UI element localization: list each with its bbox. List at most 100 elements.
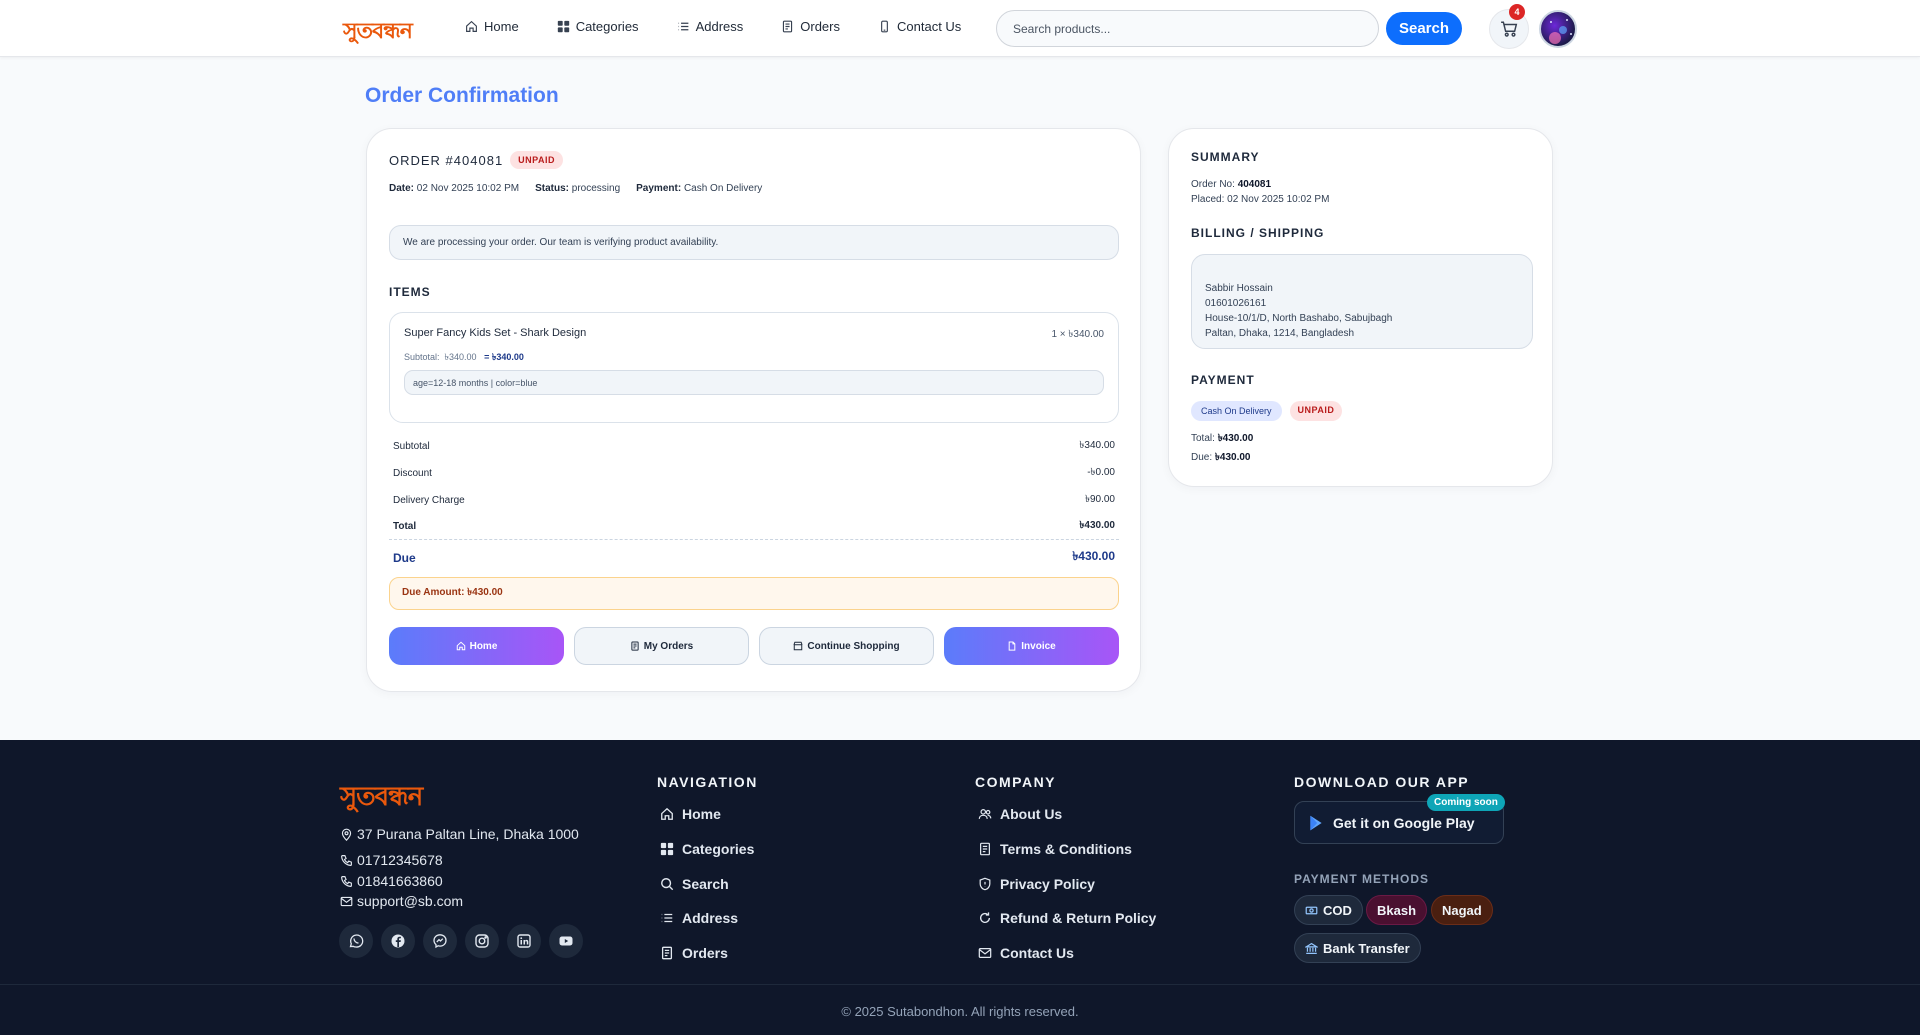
billing-heading: BILLING / SHIPPING xyxy=(1191,226,1325,240)
order-status: Status: processing xyxy=(535,183,621,194)
phone-icon xyxy=(881,20,888,33)
list-icon xyxy=(661,913,673,923)
whatsapp-icon xyxy=(349,934,364,948)
top-navbar: সুতবন্ধন Home Categories Address Orders … xyxy=(0,0,1920,57)
home-icon xyxy=(466,20,477,32)
nav-contact-label: Contact Us xyxy=(897,19,962,34)
list-icon xyxy=(678,22,688,31)
processing-notice: We are processing your order. Our team i… xyxy=(389,225,1119,260)
payment-method-badge: Cash On Delivery xyxy=(1191,401,1282,421)
instagram-link[interactable] xyxy=(465,924,499,958)
cart-count-badge: 4 xyxy=(1509,4,1525,20)
footer-link-contact[interactable]: Contact Us xyxy=(978,945,1074,961)
location-icon xyxy=(341,828,352,841)
my-orders-button[interactable]: My Orders xyxy=(574,627,749,665)
nav-categories[interactable]: Categories xyxy=(557,19,639,34)
totals-table: Subtotal ৳340.00 Discount -৳0.00 Delivery … xyxy=(389,433,1119,576)
refresh-icon xyxy=(979,912,991,923)
payment-status-badge: UNPAID xyxy=(1289,401,1343,421)
page-title: Order Confirmation xyxy=(365,84,559,107)
footer-link-refund[interactable]: Refund & Return Policy xyxy=(978,910,1156,926)
avatar-image xyxy=(1549,19,1572,44)
social-links xyxy=(339,924,583,958)
nav-home-label: Home xyxy=(484,19,519,34)
order-payment: Payment: Cash On Delivery xyxy=(636,183,763,194)
footer-logo[interactable]: সুতবন্ধন xyxy=(340,776,423,820)
totals-row-total: Total ৳430.00 xyxy=(389,514,1119,540)
messenger-link[interactable] xyxy=(423,924,457,958)
cash-icon xyxy=(1305,906,1318,914)
billing-phone: 01601026161 xyxy=(1205,298,1267,309)
nav-home[interactable]: Home xyxy=(465,19,519,34)
search-input[interactable] xyxy=(996,10,1379,47)
item-attributes: age=12-18 months | color=blue xyxy=(404,370,1104,395)
youtube-link[interactable] xyxy=(549,924,583,958)
phone-icon xyxy=(341,854,352,866)
footer-app-heading: DOWNLOAD OUR APP xyxy=(1294,774,1470,790)
nav-orders-label: Orders xyxy=(800,19,840,34)
payment-badges: Cash On Delivery UNPAID xyxy=(1191,401,1343,421)
footer-phone-1[interactable]: 01712345678 xyxy=(340,852,443,868)
footer-divider xyxy=(0,984,1920,985)
nav-categories-label: Categories xyxy=(575,19,639,34)
document-icon xyxy=(980,842,990,856)
payment-method-nagad: Nagad xyxy=(1431,895,1493,925)
summary-card: SUMMARY Order No: 404081 Placed: 02 Nov … xyxy=(1168,128,1553,487)
footer-link-privacy[interactable]: Privacy Policy xyxy=(978,876,1095,892)
grid-icon xyxy=(557,20,569,33)
receipt-icon xyxy=(783,20,793,33)
footer-link-categories[interactable]: Categories xyxy=(660,841,754,857)
nav-orders[interactable]: Orders xyxy=(781,19,840,34)
payment-heading: PAYMENT xyxy=(1191,373,1255,387)
site-footer: সুতবন্ধন 37 Purana Paltan Line, Dhaka 10… xyxy=(0,740,1920,1035)
totals-row-discount: Discount -৳0.00 xyxy=(393,467,1115,479)
whatsapp-link[interactable] xyxy=(339,924,373,958)
continue-shopping-button[interactable]: Continue Shopping xyxy=(759,627,934,665)
footer-navigation-heading: NAVIGATION xyxy=(657,774,758,790)
invoice-button[interactable]: Invoice xyxy=(944,627,1119,665)
order-actions: Home My Orders Continue Shopping Invoice xyxy=(389,627,1119,665)
footer-link-terms[interactable]: Terms & Conditions xyxy=(978,841,1132,857)
brand-logo-text: সুতবন্ধন xyxy=(343,18,413,44)
linkedin-icon xyxy=(517,934,531,948)
user-avatar[interactable] xyxy=(1539,10,1577,48)
payment-method-cod: COD xyxy=(1294,895,1363,925)
search-icon xyxy=(661,878,674,891)
nav-contact[interactable]: Contact Us xyxy=(878,19,961,34)
mail-icon xyxy=(340,896,353,906)
receipt-icon xyxy=(661,946,673,960)
search-button[interactable]: Search xyxy=(1386,12,1462,45)
receipt-icon xyxy=(631,641,639,651)
footer-address: 37 Purana Paltan Line, Dhaka 1000 xyxy=(340,826,579,842)
footer-link-orders[interactable]: Orders xyxy=(660,945,728,961)
grid-icon xyxy=(660,842,674,856)
payment-method-bank: Bank Transfer xyxy=(1294,933,1421,963)
facebook-link[interactable] xyxy=(381,924,415,958)
totals-row-subtotal: Subtotal ৳340.00 xyxy=(393,440,1115,452)
item-name: Super Fancy Kids Set - Shark Design xyxy=(404,327,587,339)
phone-icon xyxy=(341,875,352,887)
nav-address[interactable]: Address xyxy=(677,19,743,34)
shop-icon xyxy=(793,641,803,651)
footer-link-about[interactable]: About Us xyxy=(978,806,1062,822)
home-button[interactable]: Home xyxy=(389,627,564,665)
brand-logo[interactable]: সুতবন্ধন xyxy=(343,14,425,44)
footer-link-search[interactable]: Search xyxy=(660,876,729,892)
linkedin-link[interactable] xyxy=(507,924,541,958)
order-header: ORDER #404081 UNPAID xyxy=(389,151,564,169)
footer-email[interactable]: support@sb.com xyxy=(340,893,463,909)
summary-total: Total: ৳430.00 xyxy=(1191,433,1254,444)
due-amount-alert: Due Amount: ৳430.00 xyxy=(389,577,1119,610)
item-qty-price: 1 × ৳340.00 xyxy=(1051,329,1104,340)
totals-row-delivery: Delivery Charge ৳90.00 xyxy=(393,494,1115,506)
payment-method-bkash: Bkash xyxy=(1366,895,1428,925)
footer-link-address[interactable]: Address xyxy=(660,910,738,926)
instagram-icon xyxy=(475,934,489,948)
billing-name: Sabbir Hossain xyxy=(1205,283,1273,294)
footer-link-home[interactable]: Home xyxy=(660,806,721,822)
cart-icon xyxy=(1501,21,1518,37)
facebook-icon xyxy=(391,934,405,948)
billing-address: Sabbir Hossain 01601026161 House-10/1/D,… xyxy=(1191,254,1533,349)
footer-phone-2[interactable]: 01841663860 xyxy=(340,873,443,889)
file-icon xyxy=(1008,641,1016,651)
